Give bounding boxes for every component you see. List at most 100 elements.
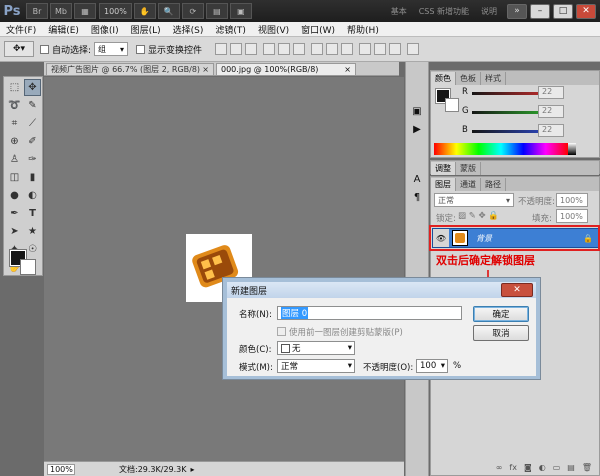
channel-r-value[interactable]: 22	[538, 86, 564, 99]
link-layers-icon[interactable]: ∞	[496, 463, 503, 472]
character-icon[interactable]: A	[409, 174, 425, 190]
distribute-hcenter-icon[interactable]	[374, 43, 387, 55]
rotate-view-icon[interactable]: ⟳	[181, 3, 204, 19]
workspace-css[interactable]: CSS 新增功能	[419, 6, 469, 17]
auto-select-checkbox[interactable]	[40, 44, 49, 54]
brush-tool-icon[interactable]: ✐	[24, 133, 41, 150]
mode-select[interactable]: 正常 ▾	[277, 359, 355, 373]
distribute-left-icon[interactable]	[359, 43, 372, 55]
new-group-icon[interactable]: ▭	[553, 463, 561, 472]
opacity-input[interactable]: 100 ▾	[416, 359, 448, 373]
shape-tool-icon[interactable]: ★	[24, 223, 41, 240]
pen-tool-icon[interactable]: ✒	[6, 205, 23, 222]
zoom-field[interactable]: 100%	[47, 463, 75, 475]
status-arrow-icon[interactable]: ▸	[191, 465, 195, 474]
maximize-icon[interactable]: □	[553, 3, 573, 19]
tab-styles[interactable]: 样式	[481, 72, 506, 85]
workspace-essentials[interactable]: 基本	[391, 6, 407, 17]
actions-icon[interactable]: ▶	[409, 124, 425, 140]
align-vcenter-icon[interactable]	[230, 43, 243, 55]
bridge-icon[interactable]: Br	[26, 3, 48, 19]
move-tool-icon[interactable]: ✥	[24, 79, 41, 96]
distribute-bottom-icon[interactable]	[341, 43, 354, 55]
menu-help[interactable]: 帮助(H)	[347, 23, 379, 36]
tab-color[interactable]: 颜色	[431, 72, 456, 85]
tab-video-ad[interactable]: 视频广告图片 @ 66.7% (图层 2, RGB/8) * ×	[46, 63, 214, 76]
new-layer-icon[interactable]: ▤	[567, 463, 575, 472]
path-select-tool-icon[interactable]: ➤	[6, 223, 23, 240]
adjustment-layer-icon[interactable]: ◐	[539, 463, 546, 472]
channel-b-value[interactable]: 22	[538, 124, 564, 137]
auto-select-dropdown[interactable]: 组 ▾	[94, 42, 129, 56]
menu-filter[interactable]: 滤镜(T)	[215, 23, 246, 36]
menu-select[interactable]: 选择(S)	[173, 23, 204, 36]
tab-close-icon[interactable]: ×	[344, 65, 351, 74]
history-brush-tool-icon[interactable]: ✑	[24, 151, 41, 168]
tab-swatches[interactable]: 色板	[456, 72, 481, 85]
ok-button[interactable]: 确定	[473, 306, 529, 322]
layers-opacity-field[interactable]: 100%	[556, 193, 588, 207]
minimize-icon[interactable]: –	[530, 3, 550, 19]
distribute-vcenter-icon[interactable]	[326, 43, 339, 55]
align-hcenter-icon[interactable]	[278, 43, 291, 55]
layer-style-icon[interactable]: fx	[509, 463, 517, 472]
menu-window[interactable]: 窗口(W)	[301, 23, 335, 36]
tab-masks[interactable]: 蒙版	[456, 162, 481, 175]
eraser-tool-icon[interactable]: ◫	[6, 169, 23, 186]
tab-paths[interactable]: 路径	[481, 178, 506, 191]
menu-file[interactable]: 文件(F)	[6, 23, 36, 36]
menu-image[interactable]: 图像(I)	[91, 23, 119, 36]
background-color-swatch[interactable]	[20, 259, 36, 275]
color-select[interactable]: 无 ▾	[277, 341, 355, 355]
dodge-tool-icon[interactable]: ◐	[24, 187, 41, 204]
zoom-level-select[interactable]: 100%	[99, 3, 132, 19]
lasso-tool-icon[interactable]: ➰	[6, 97, 23, 114]
crop-tool-icon[interactable]: ⌗	[6, 115, 23, 132]
distribute-right-icon[interactable]	[389, 43, 402, 55]
blend-mode-select[interactable]: 正常 ▾	[434, 193, 514, 207]
menu-view[interactable]: 视图(V)	[258, 23, 289, 36]
align-bottom-icon[interactable]	[245, 43, 258, 55]
tab-close-icon[interactable]: ×	[202, 65, 209, 74]
tab-channels[interactable]: 通道	[456, 178, 481, 191]
close-icon[interactable]: ✕	[576, 3, 596, 19]
mini-bridge-icon[interactable]: Mb	[50, 3, 72, 19]
distribute-top-icon[interactable]	[311, 43, 324, 55]
more-workspaces-button[interactable]: »	[507, 3, 527, 19]
show-transform-checkbox[interactable]	[136, 44, 146, 54]
delete-layer-icon[interactable]: 🗑	[582, 463, 592, 472]
zoom-tool-icon[interactable]: 🔍	[157, 3, 180, 19]
healing-tool-icon[interactable]: ⊕	[6, 133, 23, 150]
view-extras-icon[interactable]: ▦	[74, 3, 96, 19]
history-icon[interactable]: ▣	[409, 106, 425, 122]
menu-edit[interactable]: 编辑(E)	[48, 23, 79, 36]
stamp-tool-icon[interactable]: ♙	[6, 151, 23, 168]
color-spectrum-bar[interactable]	[434, 143, 568, 155]
workspace-help[interactable]: 说明	[481, 6, 497, 17]
align-top-icon[interactable]	[215, 43, 228, 55]
spectrum-black-white[interactable]	[568, 143, 576, 155]
cancel-button[interactable]: 取消	[473, 325, 529, 341]
color-bg-swatch[interactable]	[445, 98, 459, 112]
clip-mask-checkbox[interactable]	[277, 327, 286, 336]
add-mask-icon[interactable]: ◙	[524, 463, 532, 472]
marquee-tool-icon[interactable]: ⬚	[6, 79, 23, 96]
name-input[interactable]: 图层 0	[277, 306, 462, 320]
3d-orbit-tool-icon[interactable]: ☉	[24, 241, 41, 258]
tab-adjustments[interactable]: 调整	[431, 162, 456, 175]
paragraph-icon[interactable]: ¶	[409, 192, 425, 208]
tab-000-jpg[interactable]: 000.jpg @ 100%(RGB/8) ×	[216, 63, 356, 76]
arrange-documents-icon[interactable]: ▤	[205, 3, 228, 19]
fill-field[interactable]: 100%	[556, 209, 588, 223]
align-left-icon[interactable]	[263, 43, 276, 55]
type-tool-icon[interactable]: T	[24, 205, 41, 222]
menu-layer[interactable]: 图层(L)	[131, 23, 161, 36]
blur-tool-icon[interactable]: ●	[6, 187, 23, 204]
align-right-icon[interactable]	[293, 43, 306, 55]
quick-select-tool-icon[interactable]: ✎	[24, 97, 41, 114]
hand-tool-icon[interactable]: ✋	[133, 3, 156, 19]
tab-layers[interactable]: 图层	[431, 178, 456, 191]
screen-mode-icon[interactable]: ▣	[229, 3, 252, 19]
dialog-close-icon[interactable]: ✕	[501, 283, 533, 297]
move-tool-preset-icon[interactable]: ✥▾	[4, 41, 34, 57]
